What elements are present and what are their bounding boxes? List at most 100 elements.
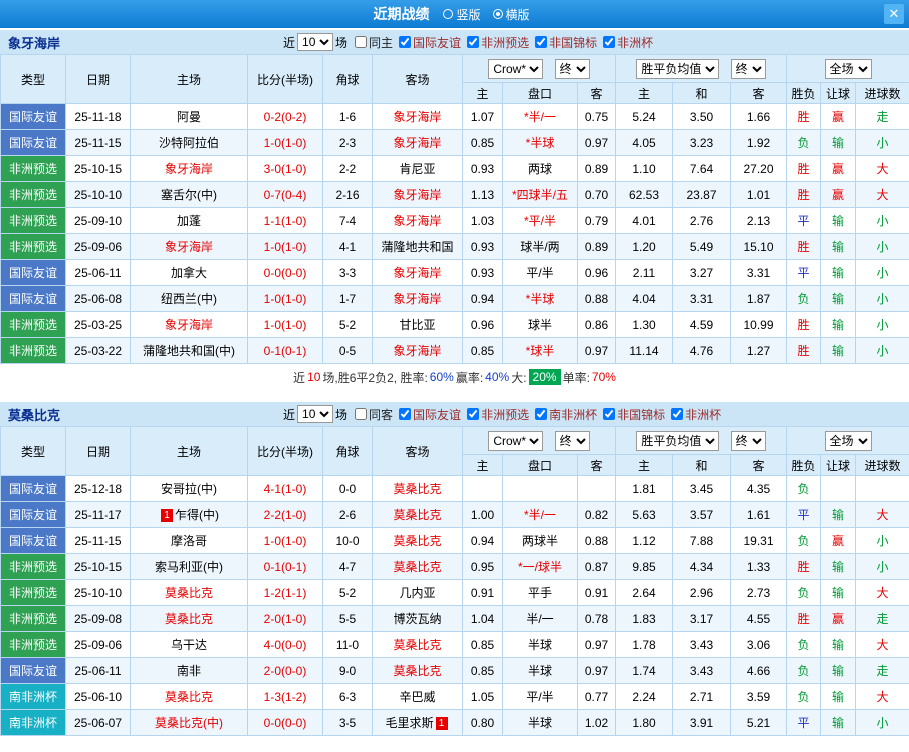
away-team-link[interactable]: 肯尼亚 — [399, 162, 435, 176]
col-asia-away: 客 — [578, 83, 616, 104]
euro-home-odds: 1.20 — [616, 234, 673, 260]
table-row: 国际友谊 25-11-15 摩洛哥 1-0(1-0) 10-0 莫桑比克 0.9… — [1, 528, 909, 554]
scope-select[interactable]: 全场 — [825, 431, 872, 451]
filter-checkbox[interactable] — [535, 36, 547, 48]
recent-count-select[interactable]: 10 — [297, 33, 333, 51]
radio-selected-icon — [493, 9, 503, 19]
home-team-link[interactable]: 阿曼 — [177, 110, 201, 124]
home-team-link[interactable]: 摩洛哥 — [171, 534, 207, 548]
match-type-badge: 非洲预选 — [1, 208, 66, 234]
away-team-link[interactable]: 象牙海岸 — [393, 110, 441, 124]
table-row: 非洲预选 25-03-25 象牙海岸 1-0(1-0) 5-2 甘比亚 0.96… — [1, 312, 909, 338]
home-team-link[interactable]: 象牙海岸 — [165, 318, 213, 332]
away-team-link[interactable]: 辛巴威 — [399, 690, 435, 704]
euro-metric-select[interactable]: 胜平负均值 — [636, 59, 719, 79]
away-team-link[interactable]: 蒲隆地共和国 — [381, 240, 453, 254]
close-button[interactable]: ✕ — [884, 4, 904, 24]
score: 1-0(1-0) — [248, 286, 323, 312]
odds-company-select[interactable]: Crow* — [488, 431, 543, 451]
near-label: 近 — [283, 406, 295, 423]
recent-count-select[interactable]: 10 — [297, 405, 333, 423]
odds-stage-select[interactable]: 终 — [555, 59, 590, 79]
layout-vertical-radio[interactable]: 竖版 — [443, 6, 480, 23]
home-team-link[interactable]: 加蓬 — [177, 214, 201, 228]
asia-handicap: 球半/两 — [503, 234, 578, 260]
asia-home-odds: 0.85 — [463, 130, 503, 156]
away-team-link[interactable]: 象牙海岸 — [393, 136, 441, 150]
result-handicap: 赢 — [821, 182, 856, 208]
home-team-link[interactable]: 象牙海岸 — [165, 240, 213, 254]
scope-select[interactable]: 全场 — [825, 59, 872, 79]
home-team-link[interactable]: 索马利亚(中) — [155, 560, 223, 574]
home-team-link[interactable]: 乌干达 — [171, 638, 207, 652]
home-team-link[interactable]: 加拿大 — [171, 266, 207, 280]
result-outcome: 负 — [787, 658, 821, 684]
filter-checkbox-label: 非洲杯 — [685, 406, 721, 423]
layout-horizontal-radio[interactable]: 横版 — [493, 6, 530, 23]
corners: 0-5 — [323, 338, 373, 364]
away-team-link[interactable]: 莫桑比克 — [393, 482, 441, 496]
odds-company-select[interactable]: Crow* — [488, 59, 543, 79]
home-team-link[interactable]: 沙特阿拉伯 — [159, 136, 219, 150]
result-goals: 大 — [856, 632, 909, 658]
filter-checkbox[interactable] — [467, 36, 479, 48]
home-team-link[interactable]: 蒲隆地共和国(中) — [143, 344, 235, 358]
match-type-badge: 南非洲杯 — [1, 684, 66, 710]
filter-checkbox[interactable] — [355, 36, 367, 48]
away-team-link[interactable]: 莫桑比克 — [393, 664, 441, 678]
away-team-link[interactable]: 莫桑比克 — [393, 638, 441, 652]
euro-draw-odds: 3.91 — [673, 710, 731, 736]
euro-away-odds: 4.66 — [731, 658, 787, 684]
asia-home-odds: 0.96 — [463, 312, 503, 338]
away-team-link[interactable]: 莫桑比克 — [393, 560, 441, 574]
filter-checkbox[interactable] — [355, 408, 367, 420]
result-handicap: 输 — [821, 286, 856, 312]
result-goals — [856, 476, 909, 502]
home-team-link[interactable]: 乍得(中) — [175, 508, 219, 522]
away-team-link[interactable]: 象牙海岸 — [393, 344, 441, 358]
away-team-link[interactable]: 博茨瓦纳 — [393, 612, 441, 626]
home-team-link[interactable]: 南非 — [177, 664, 201, 678]
away-team-cell: 辛巴威 — [373, 684, 463, 710]
home-team-link[interactable]: 莫桑比克(中) — [155, 716, 223, 730]
filter-checkbox[interactable] — [535, 408, 547, 420]
away-team-link[interactable]: 莫桑比克 — [393, 508, 441, 522]
result-goals: 小 — [856, 130, 909, 156]
away-team-link[interactable]: 几内亚 — [399, 586, 435, 600]
away-team-link[interactable]: 象牙海岸 — [393, 292, 441, 306]
home-team-link[interactable]: 安哥拉(中) — [161, 482, 217, 496]
away-team-link[interactable]: 象牙海岸 — [393, 266, 441, 280]
col-handicap-result: 让球 — [821, 83, 856, 104]
result-goals: 小 — [856, 528, 909, 554]
euro-away-odds: 1.27 — [731, 338, 787, 364]
filter-checkbox[interactable] — [399, 36, 411, 48]
home-team-link[interactable]: 莫桑比克 — [165, 612, 213, 626]
euro-home-odds: 1.83 — [616, 606, 673, 632]
match-date: 25-09-06 — [66, 234, 131, 260]
euro-away-odds: 3.06 — [731, 632, 787, 658]
filter-checkbox[interactable] — [467, 408, 479, 420]
euro-stage-select[interactable]: 终 — [731, 59, 766, 79]
filter-checkbox[interactable] — [399, 408, 411, 420]
home-team-link[interactable]: 塞舌尔(中) — [161, 188, 217, 202]
away-team-link[interactable]: 毛里求斯 — [385, 716, 433, 730]
home-team-link[interactable]: 象牙海岸 — [165, 162, 213, 176]
asia-odds-filters: Crow* 终 — [463, 55, 616, 83]
filter-checkbox[interactable] — [603, 36, 615, 48]
filter-checkbox[interactable] — [671, 408, 683, 420]
home-team-link[interactable]: 莫桑比克 — [165, 586, 213, 600]
euro-away-odds: 1.87 — [731, 286, 787, 312]
asia-handicap: *球半 — [503, 338, 578, 364]
away-team-link[interactable]: 象牙海岸 — [393, 188, 441, 202]
away-team-link[interactable]: 莫桑比克 — [393, 534, 441, 548]
home-team-link[interactable]: 莫桑比克 — [165, 690, 213, 704]
euro-stage-select[interactable]: 终 — [731, 431, 766, 451]
odds-stage-select[interactable]: 终 — [555, 431, 590, 451]
away-team-link[interactable]: 象牙海岸 — [393, 214, 441, 228]
away-team-link[interactable]: 甘比亚 — [399, 318, 435, 332]
filter-checkbox[interactable] — [603, 408, 615, 420]
home-team-link[interactable]: 纽西兰(中) — [161, 292, 217, 306]
score: 0-1(0-1) — [248, 338, 323, 364]
euro-metric-select[interactable]: 胜平负均值 — [636, 431, 719, 451]
asia-handicap: 半球 — [503, 632, 578, 658]
